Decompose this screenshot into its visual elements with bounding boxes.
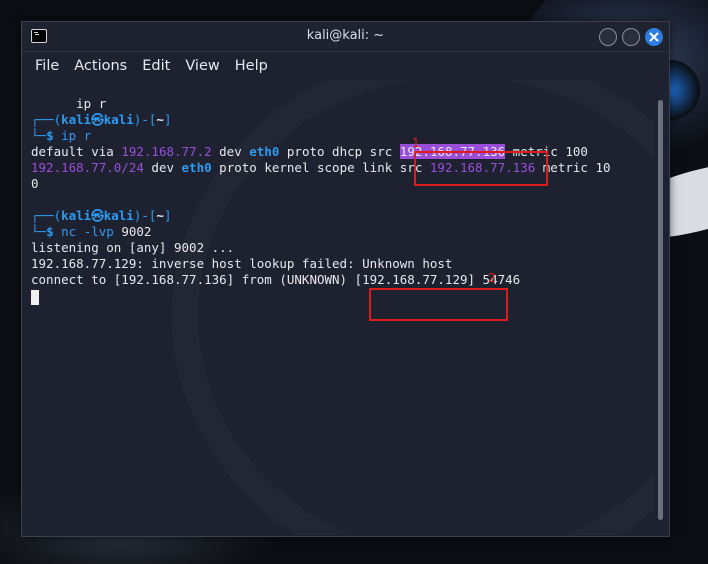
connected-ip: [192.168.77.129]: [354, 272, 476, 287]
menu-actions[interactable]: Actions: [74, 58, 127, 74]
menu-file[interactable]: File: [35, 58, 59, 74]
scrollbar[interactable]: [654, 80, 668, 535]
close-icon: [649, 32, 659, 42]
title-bar[interactable]: kali@kali: ~: [22, 22, 669, 52]
menu-help[interactable]: Help: [235, 58, 268, 74]
annotation-label-1: 1: [412, 136, 420, 150]
terminal-window: kali@kali: ~ File Actions Edit View Help…: [21, 21, 670, 537]
annotation-box-1: [414, 151, 548, 186]
menu-edit[interactable]: Edit: [142, 58, 170, 74]
command-line: └─$ nc -lvp 9002: [31, 224, 152, 239]
terminal-output[interactable]: ip r ┌──(kali㉿kali)-[~] └─$ ip r default…: [22, 80, 654, 535]
menu-view[interactable]: View: [185, 58, 219, 74]
output-line: connect to [192.168.77.136] from (UNKNOW…: [31, 272, 521, 287]
output-line: 192.168.77.129: inverse host lookup fail…: [31, 256, 453, 271]
terminal-line: ip r: [76, 96, 107, 111]
minimize-button[interactable]: [599, 28, 617, 46]
prompt-line: ┌──(kali㉿kali)-[~]: [31, 208, 172, 223]
annotation-label-2: 2: [488, 271, 496, 285]
terminal-cursor: [31, 290, 39, 305]
route-line-wrap: 0: [31, 176, 39, 191]
output-line: listening on [any] 9002 ...: [31, 240, 235, 255]
window-title: kali@kali: ~: [306, 28, 385, 43]
prompt-line: ┌──(kali㉿kali)-[~]: [31, 112, 172, 127]
maximize-button[interactable]: [622, 28, 640, 46]
close-button[interactable]: [645, 28, 663, 46]
menu-bar: File Actions Edit View Help: [22, 52, 669, 80]
command-line: └─$ ip r: [31, 128, 92, 143]
scrollbar-thumb[interactable]: [658, 100, 663, 520]
annotation-box-2: [369, 288, 508, 321]
